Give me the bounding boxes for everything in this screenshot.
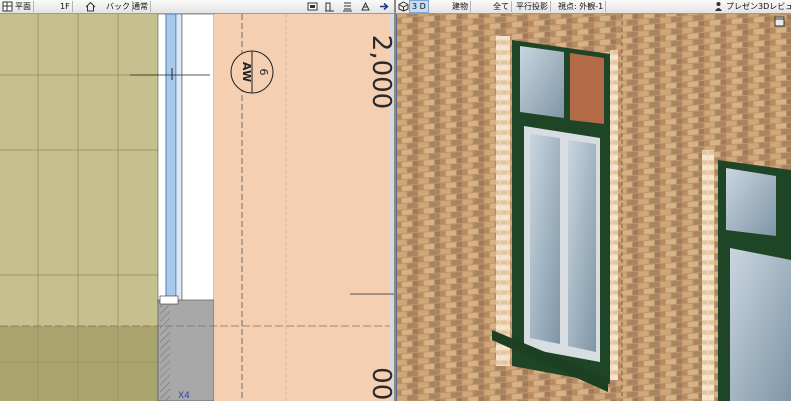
plan-view-icon[interactable]	[2, 1, 13, 12]
back-button[interactable]: バック	[104, 1, 133, 12]
window-2-glass-bottom	[730, 248, 791, 401]
presentation-button[interactable]: プレゼン	[724, 1, 760, 12]
window-tag-code: AW	[240, 62, 253, 82]
grid-label: X4	[178, 391, 190, 401]
print-icon[interactable]	[307, 1, 318, 12]
wall-inner[interactable]	[181, 13, 215, 305]
display-mode-selector[interactable]: 通常	[130, 1, 151, 12]
arrow-right-icon[interactable]	[379, 1, 390, 12]
window-1-glass-bottom-right	[568, 140, 596, 352]
dimension-text-top: 2,000	[366, 35, 396, 109]
all-selector[interactable]: 全て	[491, 1, 512, 12]
foundation-hatch	[160, 305, 170, 401]
plan-canvas[interactable]: AW 6 2,000 000 X4	[0, 0, 396, 401]
window-frame[interactable]	[175, 13, 183, 303]
exterior-ground-dark	[0, 326, 158, 401]
person-icon[interactable]	[713, 1, 724, 12]
floor-selector[interactable]: 1F	[58, 1, 73, 12]
projection-selector[interactable]: 平行投影	[514, 1, 551, 12]
wall-outer-face[interactable]	[157, 13, 167, 305]
window-1-glass-top-left	[520, 46, 564, 118]
window-maximize-icon[interactable]	[774, 16, 785, 27]
plan-view-pane[interactable]: AW 6 2,000 000 X4 平面 1F バック 通常	[0, 0, 396, 401]
view-3d-canvas[interactable]	[396, 0, 791, 401]
sill-detail	[159, 295, 179, 305]
building-selector[interactable]: 建物	[450, 1, 471, 12]
window-1-glass-bottom-left	[530, 134, 560, 344]
window-tag-number: 6	[257, 69, 270, 76]
window-1-quoin-left	[496, 36, 510, 366]
view-3d-icon[interactable]	[360, 1, 371, 12]
dimension-text-bottom: 000	[366, 367, 396, 401]
plan-toolbar: 平面 1F バック 通常	[0, 0, 396, 14]
cube-icon[interactable]	[398, 1, 409, 12]
view-3d-toolbar: 3 D 建物 全て 平行投影 視点: 外観-1 プレゼン 3Dレビュー	[396, 0, 791, 14]
window-glazing[interactable]	[165, 13, 177, 303]
viewpoint-selector[interactable]: 視点: 外観-1	[556, 1, 607, 12]
view-3d-pane[interactable]: 3 D 建物 全て 平行投影 視点: 外観-1 プレゼン 3Dレビュー	[396, 0, 791, 401]
elevation-icon[interactable]	[324, 1, 335, 12]
view-name-label[interactable]: 平面	[13, 1, 34, 12]
section-icon[interactable]	[342, 1, 353, 12]
window-1-quoin-right	[610, 50, 618, 380]
window-2-quoin-left	[702, 150, 714, 401]
view-3d-label[interactable]: 3 D	[409, 0, 429, 13]
window-2-glass-top	[726, 168, 776, 236]
review-3d-button[interactable]: 3Dレビュー	[756, 1, 791, 12]
window-1-glass-top-right	[570, 53, 604, 124]
home-icon[interactable]	[85, 1, 96, 12]
